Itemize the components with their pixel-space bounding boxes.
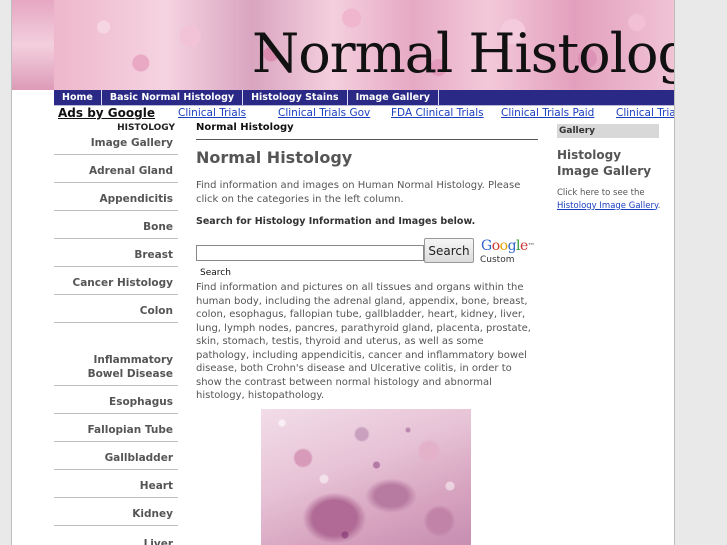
google-custom-label: Custom xyxy=(480,255,515,265)
sidebar-item-label: Cancer Histology xyxy=(72,277,174,289)
gallery-link[interactable]: Histology Image Gallery xyxy=(557,201,658,211)
sidebar-item-inflammatory-bowel-disease[interactable]: Inflammatory Bowel Disease xyxy=(54,322,178,386)
sidebar-item-heart[interactable]: Heart xyxy=(54,469,178,498)
search-input[interactable] xyxy=(196,245,424,261)
sidebar-item-fallopian-tube[interactable]: Fallopian Tube xyxy=(54,413,178,442)
sidebar-item-label: Bone xyxy=(143,221,173,233)
sidebar-item-label: Liver xyxy=(143,538,173,545)
main-content: Normal Histology Normal Histology Find i… xyxy=(196,122,538,545)
sidebar-item-image-gallery[interactable]: Image Gallery xyxy=(54,136,178,155)
sidebar-item-label: Esophagus xyxy=(109,396,173,408)
sidebar-item-gallbladder[interactable]: Gallbladder xyxy=(54,441,178,470)
sidebar-item-label: Breast xyxy=(134,249,173,261)
intro-text: Find information and images on Human Nor… xyxy=(196,180,521,205)
ads-by-google-label[interactable]: Ads by Google xyxy=(58,105,155,121)
sidebar-item-bone[interactable]: Bone xyxy=(54,210,178,239)
sidebar-item-cancer-histology[interactable]: Cancer Histology xyxy=(54,266,178,295)
nav-histology-stains[interactable]: Histology Stains xyxy=(243,90,348,105)
sidebar-item-label: Adrenal Gland xyxy=(88,165,173,177)
breadcrumb: Normal Histology xyxy=(196,122,294,133)
nav-image-gallery[interactable]: Image Gallery xyxy=(348,90,439,105)
gallery-text-before: Click here to see the xyxy=(557,188,645,198)
histology-image xyxy=(261,409,471,545)
left-sidebar: HISTOLOGY Image Gallery Adrenal Gland Ap… xyxy=(54,122,180,545)
search-heading: Search for Histology Information and Ima… xyxy=(196,216,476,227)
sidebar-item-adrenal-gland[interactable]: Adrenal Gland xyxy=(54,154,178,183)
page-title: Normal Histology xyxy=(196,148,353,167)
search-button[interactable]: Search xyxy=(424,238,474,263)
google-logo: Google™ xyxy=(481,238,535,254)
sidebar-item-label: Appendicitis xyxy=(99,193,173,205)
search-caption: Search xyxy=(200,268,231,278)
sidebar-item-liver[interactable]: Liver xyxy=(54,525,178,545)
sidebar-item-label: Inflammatory Bowel Disease xyxy=(87,354,173,380)
ad-link-fda-clinical-trials[interactable]: FDA Clinical Trials xyxy=(391,106,484,121)
sidebar-item-appendicitis[interactable]: Appendicitis xyxy=(54,182,178,211)
nav-basic-normal-histology[interactable]: Basic Normal Histology xyxy=(102,90,244,105)
divider xyxy=(196,139,538,140)
gallery-tab: Gallery xyxy=(557,124,659,138)
banner-left-strip xyxy=(12,0,54,90)
ad-link-clinical-trials[interactable]: Clinical Trials xyxy=(178,106,246,121)
top-nav: Home Basic Normal Histology Histology St… xyxy=(54,90,674,106)
ads-row: Ads by Google Clinical Trials Clinical T… xyxy=(54,105,674,122)
sidebar-item-kidney[interactable]: Kidney xyxy=(54,497,178,526)
page: Normal Histology Home Basic Normal Histo… xyxy=(11,0,675,545)
sidebar-item-label: Image Gallery xyxy=(90,137,173,149)
sidebar-heading: HISTOLOGY xyxy=(117,123,175,133)
body-text: Find information and pictures on all tis… xyxy=(196,282,531,401)
gallery-text: Click here to see the Histology Image Ga… xyxy=(557,187,661,212)
right-sidebar: Gallery Histology Image Gallery Click he… xyxy=(557,122,661,545)
sidebar-item-label: Kidney xyxy=(132,508,173,520)
sidebar-item-esophagus[interactable]: Esophagus xyxy=(54,385,178,414)
gallery-text-after: . xyxy=(657,200,661,211)
site-title: Normal Histology xyxy=(252,22,675,85)
header-banner: Normal Histology xyxy=(54,0,674,90)
nav-home[interactable]: Home xyxy=(54,90,102,105)
ad-link-clinical-trials-2[interactable]: Clinical Trials xyxy=(616,106,674,121)
gallery-title: Histology Image Gallery xyxy=(557,148,652,178)
ad-link-clinical-trials-gov[interactable]: Clinical Trials Gov xyxy=(278,106,370,121)
sidebar-item-label: Heart xyxy=(139,480,173,492)
sidebar-item-colon[interactable]: Colon xyxy=(54,294,178,323)
ad-link-clinical-trials-paid[interactable]: Clinical Trials Paid xyxy=(501,106,594,121)
sidebar-item-breast[interactable]: Breast xyxy=(54,238,178,267)
sidebar-item-label: Colon xyxy=(139,305,173,317)
sidebar-item-label: Fallopian Tube xyxy=(87,424,173,436)
sidebar-item-label: Gallbladder xyxy=(104,452,173,464)
